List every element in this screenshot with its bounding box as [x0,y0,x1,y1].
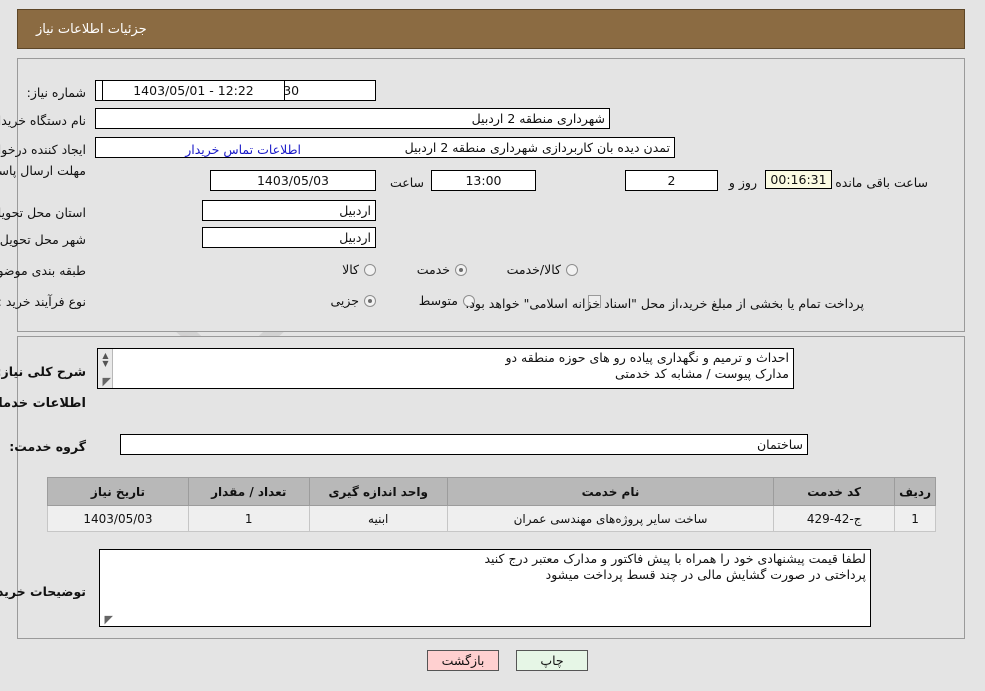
service-group-label: گروه خدمت: [10,439,87,454]
th-date: تاریخ نیاز [48,477,190,506]
description-line-2: مدارک پیوست / مشابه کد خدمتی [615,366,790,381]
description-scrollbar[interactable]: ▲ ▼ ◤ [99,349,114,388]
print-button[interactable]: چاپ [517,650,589,671]
cell-radif: 1 [895,505,937,532]
buyer-notes-line-2: پرداختی در صورت گشایش مالی در چند قسط پر… [546,567,867,582]
category-radio-kala-label: کالا [343,262,360,277]
remaining-days-value: 2 [626,170,719,191]
requester-label: ایجاد کننده درخواست: [0,142,87,157]
page-header: جزئیات اطلاعات نیاز [18,9,966,49]
requester-value: تمدن دیده بان کاربردازی شهرداری منطقه 2 … [96,137,676,158]
description-label: شرح کلی نیاز: [0,364,87,379]
resize-grip-icon[interactable]: ◤ [101,376,112,387]
th-radif: ردیف [895,477,937,506]
remaining-days-label: روز و [729,175,758,190]
remaining-suffix-label: ساعت باقی مانده [836,175,929,190]
buyer-org-value: شهرداری منطقه 2 اردبیل [96,108,611,129]
deadline-date-value: 1403/05/03 [211,170,377,191]
th-qty: تعداد / مقدار [188,477,311,506]
category-radio-khedmat-label: خدمت [417,262,451,277]
category-radio-kala-khedmat-label: کالا/خدمت [507,262,562,277]
buyer-contact-link[interactable]: اطلاعات تماس خریدار [186,142,302,157]
page-title: جزئیات اطلاعات نیاز [37,21,148,37]
th-unit: واحد اندازه گیری [309,477,449,506]
remaining-countdown: 00:16:31 [766,170,833,189]
deadline-label: مهلت ارسال پاسخ: تا تاریخ: [0,163,87,179]
table-header-row: ردیف کد خدمت نام خدمت واحد اندازه گیری ت… [48,477,937,506]
buyer-notes-label: توضیحات خریدار: [0,584,87,599]
back-button[interactable]: بازگشت [428,650,500,671]
process-radio-jozi-label: جزیی [331,293,360,308]
cell-name: ساخت سایر پروژه‌های مهندسی عمران [447,505,776,532]
deadline-hour-label: ساعت [390,175,425,190]
resize-grip-icon[interactable]: ◤ [103,614,114,625]
province-value: اردبیل [203,200,377,221]
services-section-title: اطلاعات خدمات مورد نیاز [0,396,87,411]
need-number-label: شماره نیاز: [27,85,87,100]
th-code: کد خدمت [774,477,897,506]
buyer-notes-textarea[interactable]: ◤ لطفا قیمت پیشنهادی خود را همراه با پیش… [100,549,872,627]
description-textarea[interactable]: ▲ ▼ ◤ احداث و ترمیم و نگهداری پیاده رو ها… [98,348,795,389]
category-label: طبقه بندی موضوعی: [0,263,87,278]
buyer-notes-line-1: لطفا قیمت پیشنهادی خود را همراه با پیش ف… [485,551,867,566]
service-group-value: ساختمان [121,434,809,455]
deadline-time-value: 13:00 [432,170,537,191]
th-name: نام خدمت [447,477,776,506]
announce-value: 1403/05/01 - 12:22 [103,80,286,101]
cell-qty: 1 [188,505,311,532]
deadline-label-text: مهلت ارسال پاسخ: تا تاریخ: [0,163,87,178]
radio-circle-icon [365,263,377,276]
scroll-arrows-icon[interactable]: ▲ ▼ [101,352,112,374]
category-radio-khedmat[interactable]: خدمت [418,262,468,277]
process-radio-motavaset-label: متوسط [419,293,459,308]
process-radio-jozi[interactable]: جزیی [331,293,377,308]
buyer-org-label: نام دستگاه خریدار: [0,113,87,128]
category-radio-kala[interactable]: کالا [343,262,377,277]
cell-unit: ابنیه [309,505,449,532]
city-label: شهر محل تحویل: [0,232,87,247]
process-label: نوع فرآیند خرید : [0,294,87,309]
services-table: ردیف کد خدمت نام خدمت واحد اندازه گیری ت… [48,477,937,532]
table-row: 1 ج-42-429 ساخت سایر پروژه‌های مهندسی عم… [48,505,937,532]
description-line-1: احداث و ترمیم و نگهداری پیاده رو های حوز… [506,350,790,365]
category-radio-kala-khedmat[interactable]: کالا/خدمت [508,262,579,277]
radio-circle-selected-icon [456,263,468,276]
treasury-note: پرداخت تمام یا بخشی از مبلغ خرید،از محل … [466,296,865,311]
buyer-notes-scrollbar[interactable]: ◤ [101,550,116,626]
cell-code: ج-42-429 [774,505,897,532]
page-root: anaTender.net جزئیات اطلاعات نیاز شماره … [0,0,985,691]
city-value: اردبیل [203,227,377,248]
radio-circle-icon [567,263,579,276]
radio-circle-selected-icon [365,294,377,307]
cell-date: 1403/05/03 [48,505,190,532]
province-label: استان محل تحویل: [0,205,87,220]
